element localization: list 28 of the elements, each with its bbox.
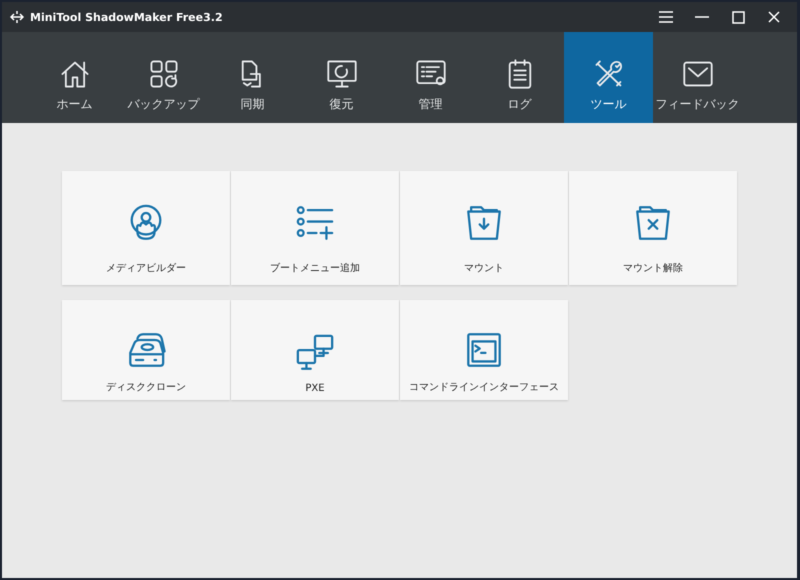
- menu-icon: [659, 11, 673, 23]
- tool-tile[interactable]: コマンドラインインターフェース: [400, 300, 568, 400]
- nav-tab[interactable]: ホーム: [30, 32, 119, 123]
- nav-tab[interactable]: 同期: [208, 32, 297, 123]
- tool-tile[interactable]: マウント: [400, 171, 568, 285]
- nav-tab[interactable]: ログ: [475, 32, 564, 123]
- tool-tile[interactable]: ブートメニュー追加: [231, 171, 399, 285]
- tool-tile[interactable]: ディスククローン: [62, 300, 230, 400]
- folder-download-icon: [464, 203, 504, 243]
- nav-tab[interactable]: 復元: [297, 32, 386, 123]
- monitor-icon: [326, 58, 358, 90]
- network-computers-icon: [295, 333, 335, 373]
- nav-tab[interactable]: フィードバック: [653, 32, 742, 123]
- window-title: MiniTool ShadowMaker Free3.2: [30, 10, 224, 24]
- grid-icon: [148, 58, 180, 90]
- nav-tab[interactable]: ツール: [564, 32, 653, 123]
- maximize-icon: [732, 10, 744, 24]
- tool-tile[interactable]: マウント解除: [569, 171, 737, 285]
- nav-tab[interactable]: 管理: [386, 32, 475, 123]
- logo-icon: [10, 10, 24, 24]
- folder-x-icon: [633, 203, 673, 243]
- tool-tile[interactable]: メディアビルダー: [62, 171, 230, 285]
- tool-tile[interactable]: PXE: [231, 300, 399, 400]
- disk-drive-icon: [126, 330, 166, 370]
- add-list-icon: [295, 203, 335, 243]
- nav-tab[interactable]: バックアップ: [119, 32, 208, 123]
- close-icon: [768, 11, 780, 23]
- terminal-icon: [464, 330, 504, 370]
